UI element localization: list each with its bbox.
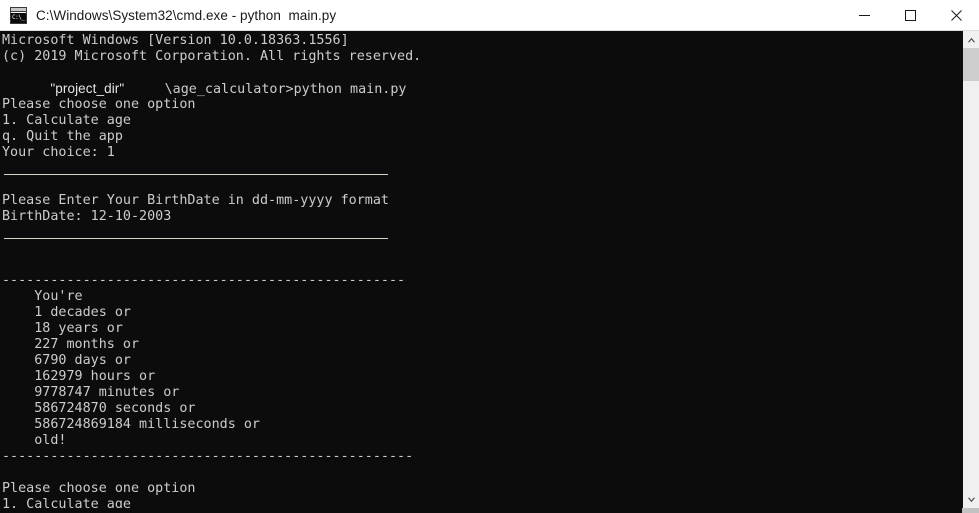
console-line: 586724870 seconds or: [2, 401, 196, 416]
console-line: 162979 hours or: [2, 369, 156, 384]
console-line: old!: [2, 433, 67, 448]
maximize-icon: [904, 9, 916, 21]
scroll-down-button[interactable]: [963, 491, 979, 508]
console-line: You're: [2, 289, 83, 304]
console-line: BirthDate: 12-10-2003: [2, 209, 172, 224]
console-line: ----------------------------------------…: [2, 449, 414, 464]
console-line: 227 months or: [2, 337, 140, 352]
resize-corner[interactable]: [962, 508, 979, 513]
scroll-thumb[interactable]: [963, 48, 979, 81]
window-bottom-strip: [0, 508, 962, 513]
cmd-icon: C:\_: [10, 6, 27, 24]
console-line: Please choose one option: [2, 481, 196, 496]
cmd-icon-glyph: C:\_: [11, 12, 26, 23]
cmd-window: C:\_ C:\Windows\System32\cmd.exe - pytho…: [0, 0, 979, 513]
close-icon: [950, 9, 962, 21]
console-text: Microsoft Windows [Version 10.0.18363.15…: [0, 31, 962, 513]
close-button[interactable]: [933, 0, 979, 31]
console-line: q. Quit the app: [2, 129, 123, 144]
scroll-down-arrow: [967, 497, 975, 502]
console-line: "project_dir" \age_calculator>python mai…: [2, 81, 962, 97]
minimize-icon: [858, 14, 870, 16]
console-line: 6790 days or: [2, 353, 131, 368]
minimize-button[interactable]: [841, 0, 887, 31]
console-line: Please Enter Your BirthDate in dd-mm-yyy…: [2, 193, 389, 208]
console-line: Microsoft Windows [Version 10.0.18363.15…: [2, 33, 349, 48]
console-line: (c) 2019 Microsoft Corporation. All righ…: [2, 49, 422, 64]
title-bar[interactable]: C:\_ C:\Windows\System32\cmd.exe - pytho…: [0, 0, 979, 31]
scroll-up-button[interactable]: [963, 31, 979, 48]
console-line: 18 years or: [2, 321, 123, 336]
console-line: 9778747 minutes or: [2, 385, 180, 400]
cmd-icon-titlebar: [11, 7, 26, 12]
console-line: 1. Calculate age: [2, 113, 131, 128]
console-line: Please choose one option: [2, 97, 196, 112]
window-controls: [841, 0, 979, 31]
command-prompt-line: \age_calculator>python main.py: [164, 82, 407, 97]
console-line: Your choice: 1: [2, 145, 115, 160]
console-line: ----------------------------------------…: [2, 273, 406, 288]
scroll-track[interactable]: [963, 81, 979, 491]
console-output-area[interactable]: Microsoft Windows [Version 10.0.18363.15…: [0, 31, 962, 513]
console-line: 586724869184 milliseconds or: [2, 417, 260, 432]
window-title: C:\Windows\System32\cmd.exe - python mai…: [36, 7, 337, 23]
console-line: [2, 161, 962, 177]
redacted-path: "project_dir": [50, 81, 125, 96]
scroll-up-arrow: [967, 37, 975, 42]
maximize-button[interactable]: [887, 0, 933, 31]
vertical-scrollbar[interactable]: [962, 31, 979, 508]
console-line: [2, 225, 962, 241]
console-line: 1 decades or: [2, 305, 131, 320]
